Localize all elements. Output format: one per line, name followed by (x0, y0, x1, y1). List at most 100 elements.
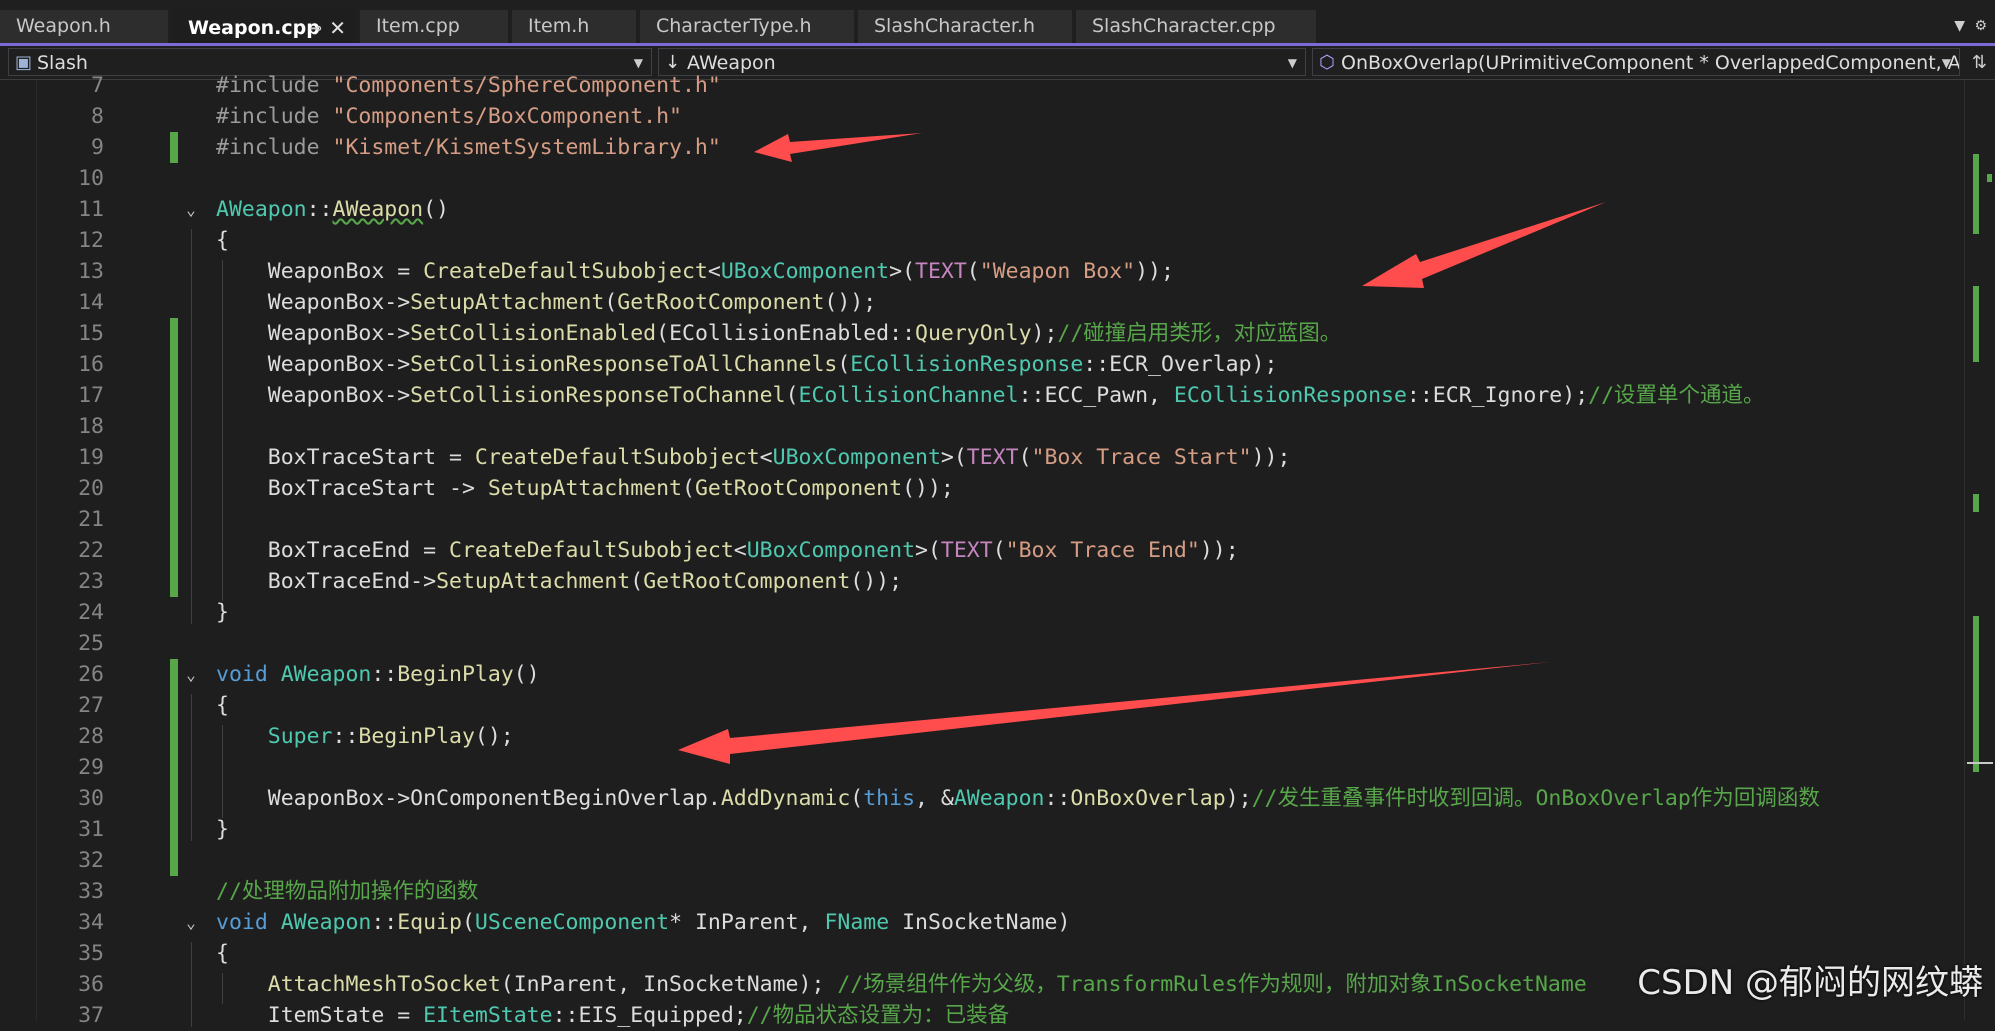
line-number: 32 (78, 848, 104, 873)
code-line[interactable]: 32 (0, 845, 1960, 876)
code-token: "Box Trace Start" (1031, 445, 1252, 470)
tab-weapon-h[interactable]: Weapon.h (0, 10, 168, 43)
code-token: )); (1251, 445, 1291, 470)
code-line[interactable]: 16 WeaponBox->SetCollisionResponseToAllC… (0, 349, 1960, 380)
code-line[interactable]: 7 #include "Components/SphereComponent.h" (0, 70, 1960, 101)
scrollbar-change-marker (1973, 616, 1979, 772)
code-editor[interactable]: 7 #include "Components/SphereComponent.h"… (0, 73, 1995, 1028)
code-token: :: (1083, 352, 1110, 377)
code-token: CreateDefaultSubobject (423, 259, 708, 284)
split-window-icon[interactable]: ⇅ (1972, 52, 1987, 73)
change-marker (170, 659, 178, 690)
code-token: QueryOnly (915, 321, 1032, 346)
code-line[interactable]: 28 Super::BeginPlay(); (0, 721, 1960, 752)
code-text: WeaponBox->SetCollisionEnabled(ECollisio… (216, 318, 1342, 349)
scrollbar-change-marker (1973, 286, 1979, 362)
tab-item-h[interactable]: Item.h (512, 10, 636, 43)
code-text: WeaponBox->SetCollisionResponseToChannel… (216, 380, 1765, 411)
code-token: ::EIS_Equipped; (552, 1003, 747, 1028)
code-line[interactable]: 34 ⌄ void AWeapon::Equip(USceneComponent* … (0, 907, 1960, 938)
collapse-chevron-icon[interactable]: ⌄ (180, 659, 202, 690)
code-line[interactable]: 8 #include "Components/BoxComponent.h" (0, 101, 1960, 132)
code-token: (ECollisionEnabled:: (656, 321, 916, 346)
code-line[interactable]: 22 BoxTraceEnd = CreateDefaultSubobject<… (0, 535, 1960, 566)
code-token: this (863, 786, 916, 811)
code-line[interactable]: 9 #include "Kismet/KismetSystemLibrary.h" (0, 132, 1960, 163)
line-number: 30 (78, 786, 104, 811)
code-line[interactable]: 12 { (0, 225, 1960, 256)
code-token: //处理物品附加操作的函数 (216, 879, 479, 904)
close-icon[interactable]: ✕ (329, 12, 346, 43)
code-line[interactable]: 20 BoxTraceStart -> SetupAttachment(GetR… (0, 473, 1960, 504)
watermark: CSDN @郁闷的网纹蟒 (1637, 963, 1983, 1003)
tab-weapon-cpp[interactable]: Weapon.cpp ⊸ ✕ (172, 10, 356, 43)
code-token: BeginPlay (358, 724, 475, 749)
gear-icon[interactable]: ⚙ (1974, 18, 1987, 34)
code-line[interactable]: 21 (0, 504, 1960, 535)
code-token: CreateDefaultSubobject (449, 538, 734, 563)
code-line[interactable]: 24} (0, 597, 1960, 628)
code-line[interactable]: 11 ⌄ AWeapon::AWeapon() (0, 194, 1960, 225)
tab-bar: Weapon.h Weapon.cpp ⊸ ✕ Item.cpp Item.h … (0, 0, 1995, 44)
code-line[interactable]: 30 WeaponBox->OnComponentBeginOverlap.Ad… (0, 783, 1960, 814)
line-number: 18 (78, 414, 104, 439)
code-line[interactable]: 18 (0, 411, 1960, 442)
code-token: ( (837, 352, 851, 377)
code-token: >( (889, 259, 916, 284)
code-line[interactable]: 23 BoxTraceEnd->SetupAttachment(GetRootC… (0, 566, 1960, 597)
code-token: FName (824, 910, 890, 935)
code-token: < (707, 259, 721, 284)
code-line[interactable]: 25 (0, 628, 1960, 659)
code-token: BoxTraceStart -> (216, 476, 488, 501)
code-token: UBoxComponent (720, 259, 890, 284)
collapse-chevron-icon[interactable]: ⌄ (180, 907, 202, 938)
code-token: >( (915, 538, 941, 563)
line-number: 11 (78, 197, 104, 222)
code-line[interactable]: 37 ItemState = EItemState::EIS_Equipped;… (0, 1000, 1960, 1031)
code-token: #include (216, 73, 333, 98)
code-line[interactable]: 17 WeaponBox->SetCollisionResponseToChan… (0, 380, 1960, 411)
line-number: 28 (78, 724, 104, 749)
line-number: 7 (91, 73, 104, 98)
tab-item-cpp[interactable]: Item.cpp (360, 10, 508, 43)
line-number: 16 (78, 352, 104, 377)
code-token: ( (604, 290, 618, 315)
code-line[interactable]: 13 WeaponBox = CreateDefaultSubobject<UB… (0, 256, 1960, 287)
code-line[interactable]: 31} (0, 814, 1960, 845)
pin-icon[interactable]: ⊸ (309, 12, 322, 43)
code-token: ( (682, 476, 695, 501)
code-token: { (216, 941, 229, 966)
code-line[interactable]: 10 (0, 163, 1960, 194)
code-line[interactable]: 29 (0, 752, 1960, 783)
code-token: :: (1044, 786, 1071, 811)
line-number: 8 (91, 104, 104, 129)
code-line[interactable]: 15 WeaponBox->SetCollisionEnabled(EColli… (0, 318, 1960, 349)
line-number: 13 (78, 259, 104, 284)
vertical-scrollbar[interactable] (1964, 80, 1995, 1020)
code-token: ::ECC_Pawn, (1018, 383, 1174, 408)
code-token: "Weapon Box" (979, 259, 1136, 284)
line-number: 22 (78, 538, 104, 563)
code-token: { (216, 228, 229, 253)
code-line[interactable]: 19 BoxTraceStart = CreateDefaultSubobjec… (0, 442, 1960, 473)
code-token: SetupAttachment (487, 476, 682, 501)
tab-slashcharacter-h[interactable]: SlashCharacter.h (858, 10, 1072, 43)
change-marker (170, 845, 178, 876)
line-number: 21 (78, 507, 104, 532)
chevron-down-icon[interactable]: ▼ (1954, 18, 1965, 34)
code-line[interactable]: 26 ⌄ void AWeapon::BeginPlay() (0, 659, 1960, 690)
tab-label: Item.h (528, 15, 590, 37)
code-token: GetRootComponent (617, 290, 825, 315)
code-token: SetupAttachment (410, 290, 605, 315)
change-marker (170, 411, 178, 442)
tab-slashcharacter-cpp[interactable]: SlashCharacter.cpp (1076, 10, 1316, 43)
code-line[interactable]: 14 WeaponBox->SetupAttachment(GetRootCom… (0, 287, 1960, 318)
tab-charactertype-h[interactable]: CharacterType.h (640, 10, 854, 43)
code-line[interactable]: 33 //处理物品附加操作的函数 (0, 876, 1960, 907)
collapse-chevron-icon[interactable]: ⌄ (180, 194, 202, 225)
code-token: BoxTraceStart = (216, 445, 475, 470)
code-line[interactable]: 27 { (0, 690, 1960, 721)
code-token: ()); (824, 290, 877, 315)
code-token: void (216, 662, 281, 687)
